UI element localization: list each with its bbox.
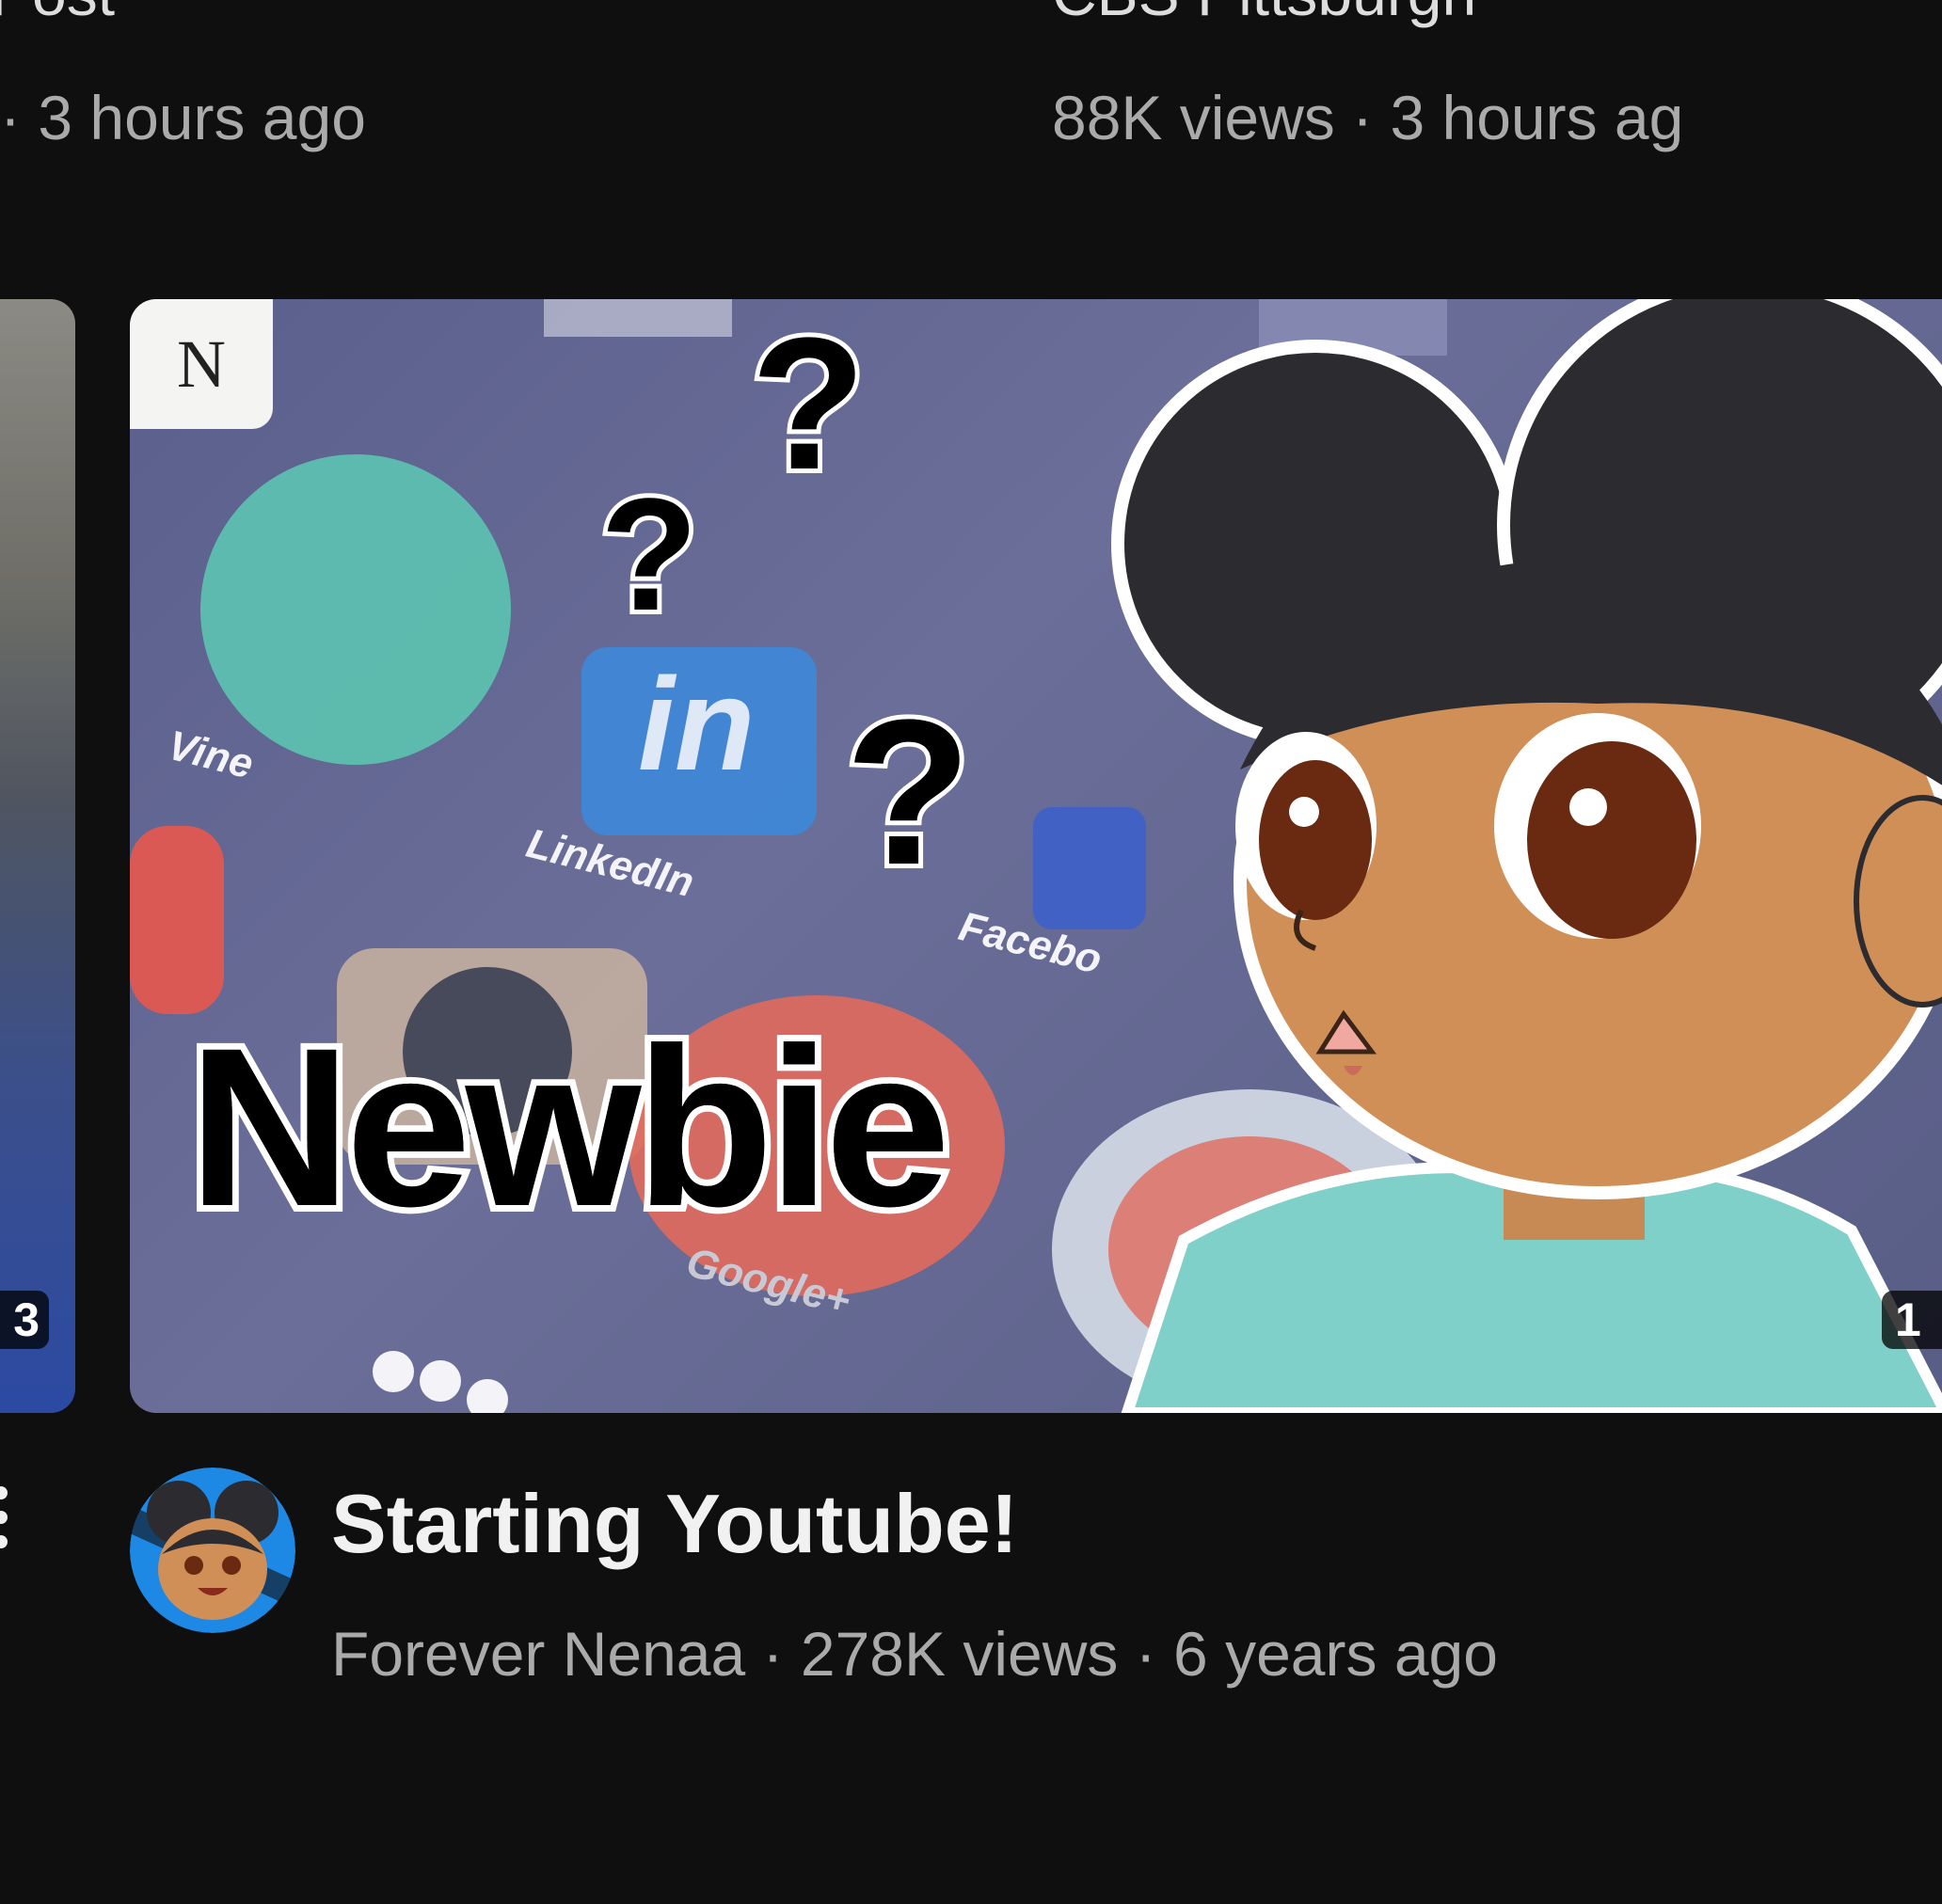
top-right-channel[interactable]: CBS Pittsburgh — [1052, 0, 1476, 24]
meta-separator: · — [1118, 1619, 1174, 1689]
svg-text:?: ? — [600, 466, 698, 644]
top-right-meta: 88K views · 3 hours ag — [1052, 83, 1684, 152]
thumbnail-newbie-text: Newbie — [188, 1001, 950, 1253]
avatar-image — [130, 1468, 295, 1633]
left-duration-badge: 3 — [0, 1291, 49, 1349]
view-count: 278K views — [800, 1619, 1119, 1689]
video-meta: Forever Nenaa · 278K views · 6 years ago — [331, 1620, 1498, 1689]
channel-avatar[interactable] — [130, 1468, 295, 1633]
top-left-meta: · 3 hours ago — [0, 83, 366, 152]
video-title[interactable]: Starting Youtube! — [331, 1478, 1018, 1570]
channel-watermark: N — [130, 299, 273, 429]
duration-badge: 1 — [1882, 1291, 1942, 1349]
upload-age: 6 years ago — [1173, 1619, 1498, 1689]
left-video-thumbnail[interactable] — [0, 299, 75, 1413]
meta-separator: · — [745, 1619, 801, 1689]
video-thumbnail[interactable]: in ? ? ? N Vine LinkedIn Facebo Google+ … — [130, 299, 1942, 1413]
top-left-channel[interactable]: Post — [0, 0, 115, 24]
character-illustration — [1111, 299, 1942, 1413]
svg-text:?: ? — [845, 676, 971, 908]
svg-text:?: ? — [751, 299, 866, 509]
left-more-icon[interactable] — [0, 1486, 13, 1560]
channel-name[interactable]: Forever Nenaa — [331, 1619, 745, 1689]
svg-text:in: in — [638, 650, 755, 798]
